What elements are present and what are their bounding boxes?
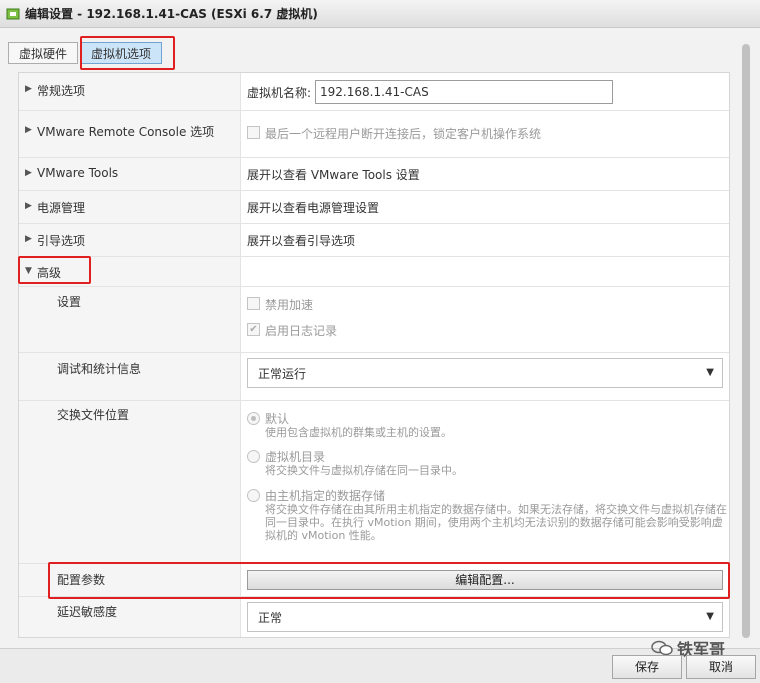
lock-guest-label: 最后一个远程用户断开连接后，锁定客户机操作系统 [265,127,542,141]
row-general: ▶ 常规选项 虚拟机名称: [19,73,729,111]
swap-host-ds-radio[interactable] [247,489,260,502]
caret-right-icon[interactable]: ▶ [25,125,32,135]
swap-default-radio[interactable] [247,412,260,425]
disable-accel-checkbox[interactable] [247,297,260,310]
vm-name-label: 虚拟机名称: [247,86,312,100]
lock-guest-checkbox[interactable] [247,126,260,139]
swap-label: 交换文件位置 [57,408,130,422]
caret-right-icon[interactable]: ▶ [25,84,32,94]
disable-accel-label: 禁用加速 [265,298,314,312]
row-label-boot[interactable]: 引导选项 [37,232,85,249]
vm-name-input[interactable] [315,80,613,104]
dropdown-arrow-icon: ▼ [706,367,714,378]
row-power: ▶ 电源管理 展开以查看电源管理设置 [19,191,729,224]
title-bar: 编辑设置 - 192.168.1.41-CAS (ESXi 6.7 虚拟机) [0,0,760,28]
window-title: 编辑设置 - 192.168.1.41-CAS (ESXi 6.7 虚拟机) [25,7,318,21]
row-debug: 调试和统计信息 正常运行 ▼ [19,353,729,401]
latency-label: 延迟敏感度 [57,605,118,619]
swap-default-title: 默认 [265,412,290,426]
swap-vm-dir-radio[interactable] [247,450,260,463]
row-latency: 延迟敏感度 正常 ▼ [19,597,729,637]
swap-vm-dir-title: 虚拟机目录 [265,450,326,464]
row-swap-location: 交换文件位置 默认 使用包含虚拟机的群集或主机的设置。 虚拟机目录 将交换文件与… [19,401,729,564]
edit-config-button[interactable]: 编辑配置... [247,570,723,590]
swap-host-ds-title: 由主机指定的数据存储 [265,489,386,503]
swap-host-ds-desc: 将交换文件存储在由其所用主机指定的数据存储中。如果无法存储，将交换文件与虚拟机存… [265,503,727,542]
row-vmtools: ▶ VMware Tools 展开以查看 VMware Tools 设置 [19,158,729,191]
row-label-general[interactable]: 常规选项 [37,82,85,99]
debug-select[interactable]: 正常运行 ▼ [247,358,723,388]
tab-vm-options[interactable]: 虚拟机选项 [80,42,163,64]
row-label-power[interactable]: 电源管理 [37,199,85,216]
vmtools-summary: 展开以查看 VMware Tools 设置 [247,168,420,182]
debug-label: 调试和统计信息 [57,362,142,376]
settings-label: 设置 [57,295,82,309]
vertical-scrollbar[interactable] [741,42,751,640]
row-boot: ▶ 引导选项 展开以查看引导选项 [19,224,729,257]
row-label-vmrc[interactable]: VMware Remote Console 选项 [37,123,214,140]
row-label-vmtools[interactable]: VMware Tools [37,166,118,180]
row-vmrc: ▶ VMware Remote Console 选项 最后一个远程用户断开连接后… [19,111,729,158]
latency-select[interactable]: 正常 ▼ [247,602,723,632]
row-label-advanced[interactable]: 高级 [37,264,61,281]
caret-down-icon[interactable]: ▼ [25,266,32,276]
row-config-params: 配置参数 编辑配置... [19,564,729,597]
swap-vm-dir-desc: 将交换文件与虚拟机存储在同一目录中。 [265,464,463,477]
enable-logging-label: 启用日志记录 [265,324,338,338]
tab-bar: 虚拟硬件 虚拟机选项 [8,42,164,64]
config-params-label: 配置参数 [57,573,106,587]
scrollbar-thumb[interactable] [742,44,750,638]
swap-default-desc: 使用包含虚拟机的群集或主机的设置。 [265,426,452,439]
enable-logging-checkbox[interactable]: ✔ [247,323,260,336]
row-advanced: ▼ 高级 [19,257,729,287]
debug-select-value: 正常运行 [258,366,307,381]
tab-virtual-hardware[interactable]: 虚拟硬件 [8,42,79,64]
caret-right-icon[interactable]: ▶ [25,201,32,211]
wechat-icon [651,640,673,656]
caret-right-icon[interactable]: ▶ [25,168,32,178]
latency-select-value: 正常 [258,610,283,625]
power-summary: 展开以查看电源管理设置 [247,201,380,215]
row-settings: 设置 禁用加速 ✔ 启用日志记录 [19,287,729,353]
vm-icon [6,8,20,20]
options-panel: ▶ 常规选项 虚拟机名称: ▶ VMware Remote Console 选项… [18,72,730,638]
boot-summary: 展开以查看引导选项 [247,234,356,248]
caret-right-icon[interactable]: ▶ [25,234,32,244]
cancel-button[interactable]: 取消 [686,655,756,679]
dropdown-arrow-icon: ▼ [706,611,714,622]
save-button[interactable]: 保存 [612,655,682,679]
